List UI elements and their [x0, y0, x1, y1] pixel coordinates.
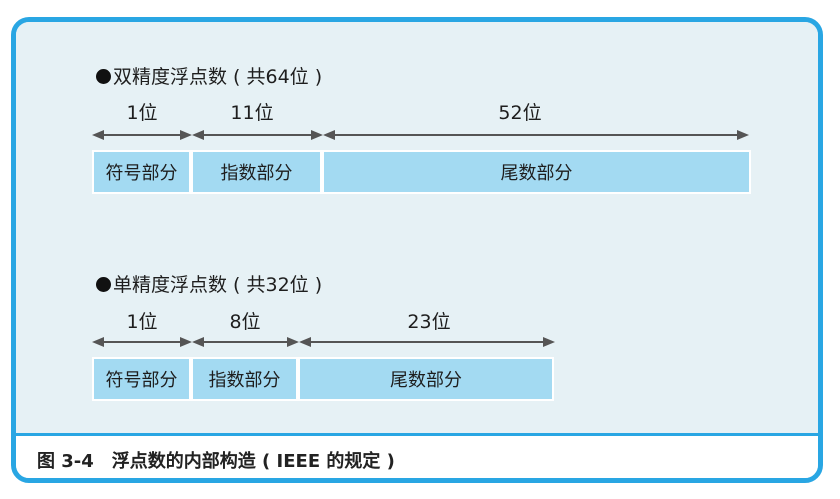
single-precision-title-text: 单精度浮点数 ( 共32位 )	[113, 274, 323, 296]
double-precision-title-text: 双精度浮点数 ( 共64位 )	[113, 66, 323, 88]
double-mantissa-field: 尾数部分	[322, 150, 751, 194]
single-mantissa-field: 尾数部分	[298, 357, 554, 401]
double-precision-title: 双精度浮点数 ( 共64位 )	[96, 62, 322, 89]
single-mantissa-width: 23位	[407, 311, 451, 333]
bullet-icon	[96, 69, 111, 84]
single-exponent-field: 指数部分	[191, 357, 298, 401]
double-mantissa-arrow	[323, 130, 749, 140]
single-sign-arrow	[92, 337, 192, 347]
figure-frame: 双精度浮点数 ( 共64位 ) 1位 11位 52位 符号部分 指数部分 尾数部…	[11, 17, 823, 483]
single-sign-width: 1位	[126, 311, 158, 333]
diagram-panel: 双精度浮点数 ( 共64位 ) 1位 11位 52位 符号部分 指数部分 尾数部…	[16, 22, 818, 436]
double-sign-arrow	[92, 130, 192, 140]
single-exponent-width: 8位	[229, 311, 261, 333]
single-exponent-arrow	[192, 337, 299, 347]
double-sign-field: 符号部分	[92, 150, 191, 194]
single-sign-field: 符号部分	[92, 357, 191, 401]
single-mantissa-arrow	[299, 337, 555, 347]
single-precision-title: 单精度浮点数 ( 共32位 )	[96, 270, 322, 297]
double-exponent-width: 11位	[230, 102, 274, 124]
caption-bar: 图 3-4 浮点数的内部构造 ( IEEE 的规定 )	[16, 436, 818, 478]
double-exponent-field: 指数部分	[191, 150, 322, 194]
double-sign-width: 1位	[126, 102, 158, 124]
figure-caption: 图 3-4 浮点数的内部构造 ( IEEE 的规定 )	[37, 451, 395, 472]
double-exponent-arrow	[192, 130, 323, 140]
bullet-icon	[96, 277, 111, 292]
double-mantissa-width: 52位	[498, 102, 542, 124]
